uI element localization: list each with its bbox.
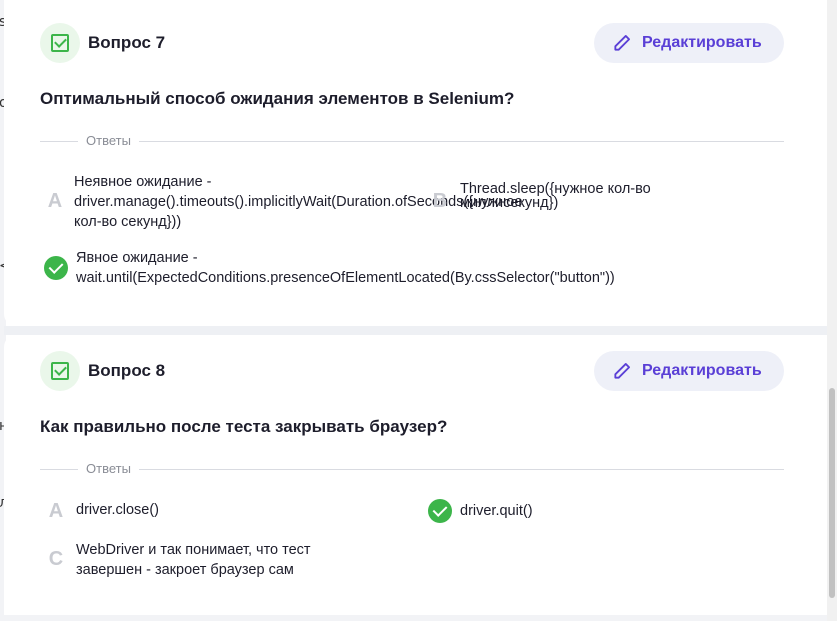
checkbox-icon — [40, 351, 80, 391]
question-title: Вопрос 7 — [88, 33, 166, 52]
question-title: Вопрос 8 — [88, 361, 166, 380]
answer-text: WebDriver и так понимает, что тест завер… — [76, 542, 311, 578]
answer-a: A Неявное ожидание - driver.manage().tim… — [44, 172, 523, 232]
answers-divider — [40, 141, 784, 142]
answer-text: Явное ожидание - wait.until(ExpectedCond… — [76, 250, 615, 286]
question-text: Как правильно после теста закрывать брау… — [40, 417, 448, 436]
checkbox-icon — [40, 23, 80, 63]
scrollbar-thumb[interactable] — [829, 388, 835, 598]
answer-correct: driver.quit() — [428, 499, 728, 523]
answer-correct: Явное ожидание - wait.until(ExpectedCond… — [44, 248, 744, 288]
answers-label: Ответы — [78, 461, 139, 476]
pencil-icon — [614, 35, 630, 51]
answer-a: A driver.close() — [44, 500, 404, 523]
answer-letter: A — [47, 190, 63, 212]
answer-b: B Thread.sleep({нужное кол-во миллисекун… — [428, 182, 698, 213]
pencil-icon — [614, 363, 630, 379]
page-bottom-edge — [0, 615, 837, 621]
question-text: Оптимальный способ ожидания элементов в … — [40, 89, 515, 108]
edit-button-label: Редактировать — [642, 34, 762, 51]
edit-button[interactable]: Редактировать — [594, 23, 784, 63]
answer-text: Thread.sleep({нужное кол-во миллисекунд}… — [460, 181, 651, 211]
answer-letter: A — [48, 500, 64, 522]
answer-text: driver.close() — [76, 502, 159, 518]
answer-letter: C — [48, 548, 64, 570]
edit-button[interactable]: Редактировать — [594, 351, 784, 391]
answers-divider — [40, 469, 784, 470]
answers-label: Ответы — [78, 133, 139, 148]
edit-button-label: Редактировать — [642, 362, 762, 379]
card-separator — [4, 326, 827, 335]
answer-text: driver.quit() — [460, 503, 533, 519]
answer-text: Неявное ожидание - driver.manage().timeo… — [74, 174, 523, 230]
answer-letter: B — [432, 190, 448, 212]
answer-c: C WebDriver и так понимает, что тест зав… — [44, 540, 364, 580]
check-circle-icon — [428, 499, 452, 523]
check-circle-icon — [44, 256, 68, 280]
